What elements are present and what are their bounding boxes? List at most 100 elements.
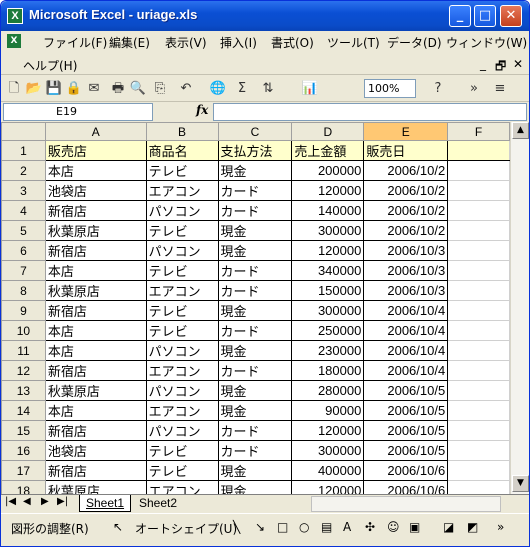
maximize-button[interactable]: □ bbox=[474, 5, 496, 27]
prev-sheet-button[interactable]: ◀ bbox=[23, 496, 31, 507]
shadow-icon[interactable]: ◪ bbox=[443, 520, 454, 534]
align-icon[interactable]: ≡ bbox=[491, 80, 509, 98]
data-cell[interactable]: 新宿店 bbox=[44, 460, 147, 481]
tab-sheet1[interactable]: Sheet1 bbox=[79, 495, 132, 512]
worksheet-grid[interactable]: A B C D E F 1 販売店 商品名 支払方法 売上金額 販売日 2 本店 テレビ 現金 200000 20… bbox=[1, 122, 510, 494]
row-header[interactable]: 4 bbox=[1, 200, 46, 221]
data-cell[interactable]: 秋葉原店 bbox=[44, 220, 147, 241]
menu-insert[interactable]: 挿入(I) bbox=[220, 34, 257, 51]
row-header[interactable]: 17 bbox=[1, 460, 46, 481]
data-cell[interactable]: 新宿店 bbox=[44, 200, 147, 221]
data-cell[interactable]: 新宿店 bbox=[44, 240, 147, 261]
data-cell[interactable]: 本店 bbox=[44, 260, 147, 281]
cell[interactable] bbox=[447, 320, 510, 341]
data-cell[interactable]: パソコン bbox=[145, 420, 219, 441]
data-cell[interactable]: パソコン bbox=[145, 200, 219, 221]
row-header[interactable]: 6 bbox=[1, 240, 46, 261]
header-cell[interactable]: 売上金額 bbox=[291, 140, 365, 161]
hyperlink-icon[interactable]: 🌐 bbox=[209, 80, 227, 98]
data-cell[interactable]: カード bbox=[217, 320, 293, 341]
minimize-button[interactable]: _ bbox=[449, 5, 471, 27]
cell[interactable] bbox=[447, 200, 510, 221]
3d-icon[interactable]: ◩ bbox=[467, 520, 478, 534]
data-cell[interactable]: テレビ bbox=[145, 320, 219, 341]
menu-help[interactable]: ヘルプ(H) bbox=[23, 57, 77, 74]
row-header[interactable]: 2 bbox=[1, 160, 46, 181]
data-cell[interactable]: 本店 bbox=[44, 340, 147, 361]
data-cell[interactable]: 250000 bbox=[291, 320, 365, 341]
header-cell[interactable]: 支払方法 bbox=[217, 140, 293, 161]
data-cell[interactable]: カード bbox=[217, 200, 293, 221]
cell[interactable] bbox=[447, 380, 510, 401]
rectangle-icon[interactable]: □ bbox=[277, 520, 288, 534]
cell[interactable] bbox=[447, 480, 510, 494]
data-cell[interactable]: 2006/10/5 bbox=[363, 400, 449, 421]
data-cell[interactable]: 秋葉原店 bbox=[44, 380, 147, 401]
copy-icon[interactable]: ⎘ bbox=[151, 80, 169, 98]
cell[interactable] bbox=[447, 260, 510, 281]
cell[interactable] bbox=[447, 240, 510, 261]
data-cell[interactable]: 300000 bbox=[291, 440, 365, 461]
row-header[interactable]: 9 bbox=[1, 300, 46, 321]
first-sheet-button[interactable]: |◀ bbox=[5, 496, 16, 507]
data-cell[interactable]: 120000 bbox=[291, 480, 365, 494]
data-cell[interactable]: 90000 bbox=[291, 400, 365, 421]
data-cell[interactable]: 2006/10/2 bbox=[363, 220, 449, 241]
row-header[interactable]: 10 bbox=[1, 320, 46, 341]
data-cell[interactable]: 300000 bbox=[291, 300, 365, 321]
textbox-icon[interactable]: ▤ bbox=[321, 520, 332, 534]
data-cell[interactable]: カード bbox=[217, 420, 293, 441]
data-cell[interactable]: テレビ bbox=[145, 440, 219, 461]
column-header[interactable]: A bbox=[44, 122, 147, 141]
data-cell[interactable]: 2006/10/5 bbox=[363, 440, 449, 461]
data-cell[interactable]: 池袋店 bbox=[44, 440, 147, 461]
column-header[interactable]: F bbox=[447, 122, 510, 141]
column-header[interactable]: D bbox=[291, 122, 365, 141]
save-icon[interactable]: 💾 bbox=[45, 80, 63, 98]
doc-minimize-button[interactable]: _ bbox=[480, 57, 486, 71]
data-cell[interactable]: 150000 bbox=[291, 280, 365, 301]
data-cell[interactable]: テレビ bbox=[145, 260, 219, 281]
data-cell[interactable]: 秋葉原店 bbox=[44, 280, 147, 301]
data-cell[interactable]: 現金 bbox=[217, 380, 293, 401]
data-cell[interactable]: 2006/10/2 bbox=[363, 200, 449, 221]
print-icon[interactable]: 🖶 bbox=[109, 80, 127, 98]
cell[interactable] bbox=[447, 140, 510, 161]
data-cell[interactable]: 2006/10/6 bbox=[363, 460, 449, 481]
row-header[interactable]: 15 bbox=[1, 420, 46, 441]
arrow-icon[interactable]: ↘ bbox=[255, 520, 265, 534]
data-cell[interactable]: エアコン bbox=[145, 180, 219, 201]
data-cell[interactable]: 120000 bbox=[291, 240, 365, 261]
data-cell[interactable]: 120000 bbox=[291, 180, 365, 201]
data-cell[interactable]: 340000 bbox=[291, 260, 365, 281]
chart-wizard-icon[interactable]: 📊 bbox=[301, 80, 319, 98]
data-cell[interactable]: 2006/10/4 bbox=[363, 360, 449, 381]
header-cell[interactable]: 商品名 bbox=[145, 140, 219, 161]
row-header[interactable]: 1 bbox=[1, 140, 46, 161]
column-header[interactable]: C bbox=[217, 122, 293, 141]
column-header[interactable]: B bbox=[145, 122, 219, 141]
row-header[interactable]: 16 bbox=[1, 440, 46, 461]
picture-icon[interactable]: ▣ bbox=[409, 520, 420, 534]
zoom-select[interactable]: 100% bbox=[364, 79, 416, 98]
row-header[interactable]: 13 bbox=[1, 380, 46, 401]
wordart-icon[interactable]: A bbox=[343, 520, 351, 534]
cell[interactable] bbox=[447, 160, 510, 181]
data-cell[interactable]: テレビ bbox=[145, 300, 219, 321]
sort-ascending-icon[interactable]: ⇅ bbox=[259, 80, 277, 98]
data-cell[interactable]: 2006/10/6 bbox=[363, 480, 449, 494]
data-cell[interactable]: パソコン bbox=[145, 340, 219, 361]
function-icon[interactable]: fx bbox=[196, 103, 208, 117]
data-cell[interactable]: パソコン bbox=[145, 240, 219, 261]
data-cell[interactable]: カード bbox=[217, 260, 293, 281]
data-cell[interactable]: 本店 bbox=[44, 320, 147, 341]
menu-window[interactable]: ウィンドウ(W) bbox=[446, 34, 527, 51]
data-cell[interactable]: 秋葉原店 bbox=[44, 480, 147, 494]
data-cell[interactable]: 現金 bbox=[217, 480, 293, 494]
data-cell[interactable]: 現金 bbox=[217, 220, 293, 241]
scroll-up-button[interactable]: ▲ bbox=[512, 122, 529, 139]
doc-close-button[interactable]: ✕ bbox=[513, 57, 523, 71]
menu-tools[interactable]: ツール(T) bbox=[327, 34, 380, 51]
scroll-down-button[interactable]: ▼ bbox=[512, 475, 529, 492]
cell[interactable] bbox=[447, 400, 510, 421]
